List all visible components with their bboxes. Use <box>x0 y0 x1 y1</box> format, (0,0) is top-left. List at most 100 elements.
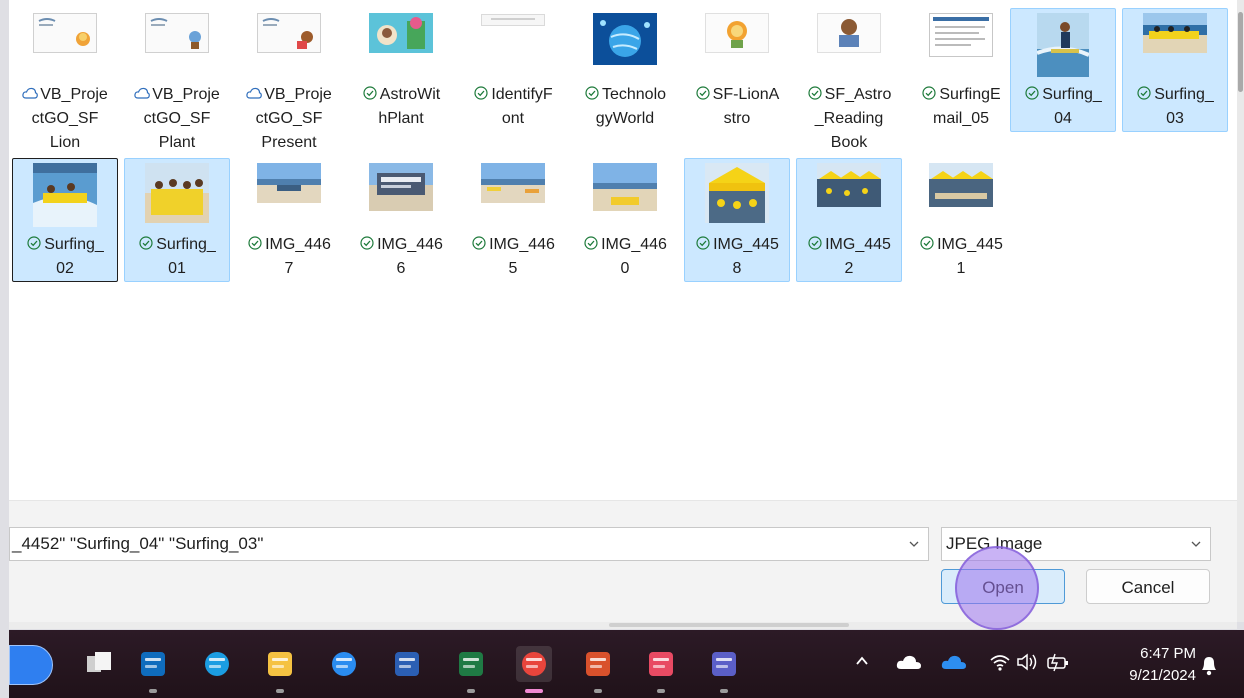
file-item[interactable]: AstroWit hPlant <box>348 8 454 132</box>
check-circle-icon <box>583 236 601 253</box>
file-item[interactable]: VB_Proje ctGO_SF Lion <box>12 8 118 151</box>
file-name-label: VB_Proje ctGO_SF Present <box>239 83 339 155</box>
file-name-label: IMG_446 0 <box>575 233 675 281</box>
check-circle-icon <box>1024 86 1042 103</box>
file-item[interactable]: SF-LionA stro <box>684 8 790 132</box>
start-button[interactable] <box>9 645 53 685</box>
running-indicator <box>594 689 602 693</box>
notification-bell-icon[interactable] <box>1199 654 1219 681</box>
file-thumbnail <box>1143 13 1207 55</box>
file-thumbnail <box>33 13 97 55</box>
excel-icon[interactable] <box>453 646 489 682</box>
running-indicator <box>720 689 728 693</box>
taskbar: 6:47 PM 9/21/2024 <box>9 630 1244 698</box>
file-thumbnail <box>369 13 433 55</box>
scrollbar-thumb[interactable] <box>609 623 849 627</box>
cloud-icon <box>246 86 264 103</box>
running-indicator <box>657 689 665 693</box>
file-item[interactable]: IMG_445 1 <box>908 158 1014 282</box>
wifi-icon[interactable] <box>989 652 1011 677</box>
horizontal-scrollbar[interactable] <box>9 622 1237 629</box>
open-button[interactable]: Open <box>941 569 1065 604</box>
check-circle-icon <box>473 86 491 103</box>
check-circle-icon <box>26 236 44 253</box>
system-tool-icon[interactable] <box>326 646 362 682</box>
synced-check-icon <box>1137 86 1151 100</box>
battery-icon[interactable] <box>1046 652 1070 677</box>
file-name-label: IMG_445 2 <box>799 233 899 281</box>
file-name-label: Surfing_ 03 <box>1125 83 1225 131</box>
filetype-selected-value: JPEG Image <box>946 534 1043 553</box>
synced-check-icon <box>474 86 488 100</box>
clock-date[interactable]: 9/21/2024 <box>1110 666 1196 686</box>
task-view-icon[interactable] <box>83 648 115 680</box>
filetype-select[interactable]: JPEG Image <box>941 527 1211 561</box>
file-thumbnail <box>593 13 657 65</box>
file-item[interactable]: Technolo gyWorld <box>572 8 678 132</box>
file-item[interactable]: IMG_446 6 <box>348 158 454 282</box>
file-item[interactable]: IMG_446 0 <box>572 158 678 282</box>
word-icon[interactable] <box>389 646 425 682</box>
synced-check-icon <box>696 236 710 250</box>
cloud-only-status-icon <box>134 87 151 99</box>
file-thumbnail <box>145 163 209 223</box>
file-item[interactable]: VB_Proje ctGO_SF Plant <box>124 8 230 151</box>
cancel-button[interactable]: Cancel <box>1086 569 1210 604</box>
file-name-label: Technolo gyWorld <box>575 83 675 131</box>
file-name-label: SF_Astro _Reading Book <box>799 83 899 155</box>
check-circle-icon <box>1136 86 1154 103</box>
show-hidden-icons-chevron-icon[interactable] <box>855 654 869 673</box>
file-item[interactable]: IMG_446 5 <box>460 158 566 282</box>
volume-icon[interactable] <box>1016 652 1040 677</box>
file-name-label: Surfing_ 02 <box>15 233 115 281</box>
file-item[interactable]: IMG_445 8 <box>684 158 790 282</box>
clock-time[interactable]: 6:47 PM <box>1126 644 1196 664</box>
powerpoint-icon[interactable] <box>580 646 616 682</box>
file-item[interactable]: Surfing_ 01 <box>124 158 230 282</box>
check-circle-icon <box>247 236 265 253</box>
file-name-label: SurfingE mail_05 <box>911 83 1011 131</box>
file-item[interactable]: Surfing_ 03 <box>1122 8 1228 132</box>
running-indicator <box>467 689 475 693</box>
vertical-scrollbar[interactable] <box>1237 0 1244 622</box>
cloud-icon <box>22 86 40 103</box>
file-thumbnail <box>705 13 769 55</box>
onedrive-business-icon[interactable] <box>941 654 967 675</box>
running-indicator <box>149 689 157 693</box>
chrome-icon[interactable] <box>516 646 552 682</box>
outlook-icon[interactable] <box>135 646 171 682</box>
file-item[interactable]: IMG_446 7 <box>236 158 342 282</box>
file-explorer-icon[interactable] <box>262 646 298 682</box>
synced-check-icon <box>360 236 374 250</box>
file-thumbnail <box>257 163 321 205</box>
file-name-label: Surfing_ 01 <box>127 233 227 281</box>
file-thumbnail <box>817 163 881 207</box>
filename-combobox[interactable]: _4452" "Surfing_04" "Surfing_03" <box>9 527 929 561</box>
scrollbar-thumb[interactable] <box>1238 12 1243 92</box>
teams-icon[interactable] <box>706 646 742 682</box>
file-item[interactable]: VB_Proje ctGO_SF Present <box>236 8 342 151</box>
file-item[interactable]: SF_Astro _Reading Book <box>796 8 902 151</box>
file-thumbnail <box>481 163 545 205</box>
file-item[interactable]: Surfing_ 04 <box>1010 8 1116 132</box>
file-item[interactable]: IdentifyF ont <box>460 8 566 132</box>
onedrive-personal-icon[interactable] <box>896 654 922 675</box>
file-thumbnail <box>817 13 881 55</box>
file-item[interactable]: Surfing_ 02 <box>12 158 118 282</box>
file-thumbnail <box>257 13 321 55</box>
file-item[interactable]: SurfingE mail_05 <box>908 8 1014 132</box>
file-thumbnail <box>705 163 769 223</box>
synced-check-icon <box>920 236 934 250</box>
file-name-label: Surfing_ 04 <box>1013 83 1113 131</box>
chevron-down-icon[interactable] <box>1190 528 1202 571</box>
scribe-icon[interactable] <box>643 646 679 682</box>
check-circle-icon <box>362 86 380 103</box>
file-thumbnail <box>1036 13 1090 77</box>
file-name-label: IMG_445 1 <box>911 233 1011 281</box>
edge-icon[interactable] <box>199 646 235 682</box>
synced-check-icon <box>472 236 486 250</box>
chevron-down-icon[interactable] <box>908 528 920 560</box>
file-item[interactable]: IMG_445 2 <box>796 158 902 282</box>
file-name-label: IMG_446 6 <box>351 233 451 281</box>
check-circle-icon <box>471 236 489 253</box>
